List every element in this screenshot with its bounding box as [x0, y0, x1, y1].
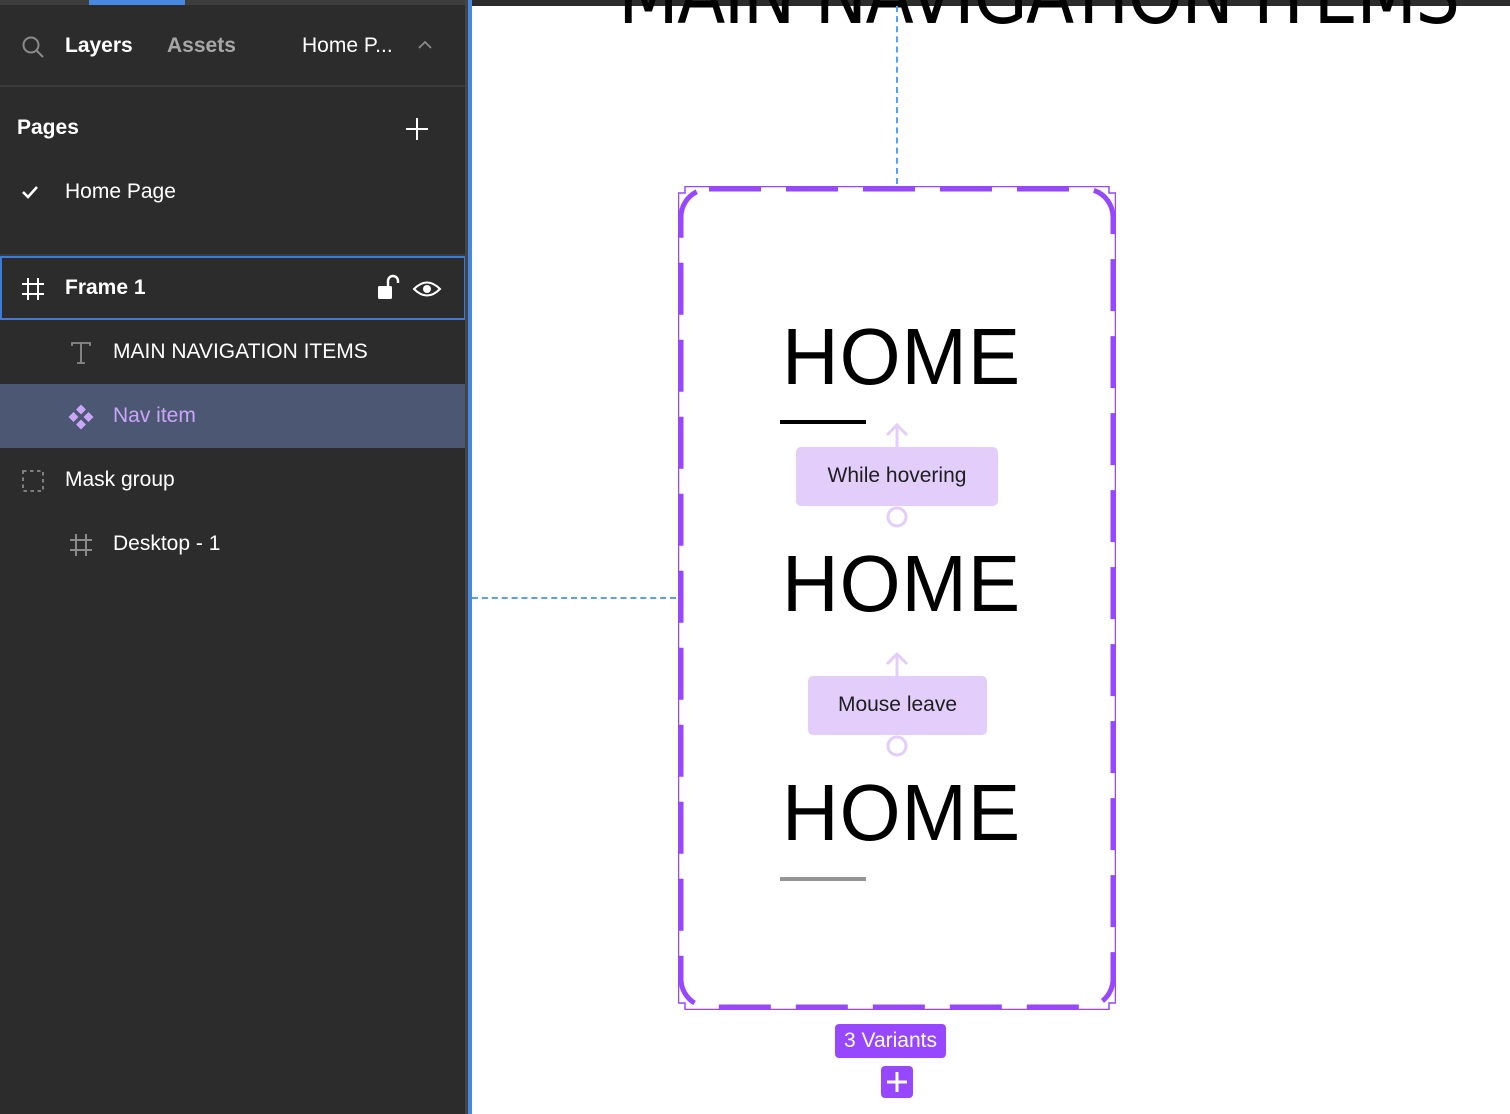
tab-layers[interactable]: Layers: [65, 32, 133, 60]
search-icon[interactable]: [20, 34, 46, 60]
design-canvas[interactable]: MAIN NAVIGATION ITEMS HOME While hoverin…: [468, 0, 1510, 1114]
layer-label: Desktop - 1: [113, 532, 221, 555]
add-variant-button[interactable]: [881, 1066, 913, 1098]
frame-icon: [22, 278, 44, 300]
resize-handle: [678, 1002, 686, 1010]
canvas-title-text[interactable]: MAIN NAVIGATION ITEMS: [618, 0, 1460, 40]
prototype-connection-node[interactable]: [884, 504, 910, 530]
variant-leave-underline: [780, 877, 866, 881]
frame-selection-edge: [468, 0, 472, 1114]
page-item-label: Home Page: [65, 180, 176, 203]
check-icon: [22, 186, 38, 199]
resize-handle: [1108, 186, 1116, 194]
layer-label: Nav item: [113, 404, 196, 427]
layer-label: Frame 1: [65, 276, 146, 299]
layer-row-desktop-1[interactable]: Desktop - 1: [0, 512, 466, 576]
prototype-arrow-icon: [885, 651, 909, 677]
panel-header: Layers Assets Home P...: [0, 5, 466, 87]
layer-row-mask-group[interactable]: Mask group: [0, 448, 466, 512]
resize-handle: [678, 186, 686, 194]
layer-label: MAIN NAVIGATION ITEMS: [113, 340, 368, 363]
add-page-icon[interactable]: [404, 116, 430, 142]
interaction-while-hovering[interactable]: While hovering: [796, 447, 998, 506]
tab-assets[interactable]: Assets: [167, 32, 236, 60]
interaction-mouse-leave[interactable]: Mouse leave: [808, 676, 987, 735]
eye-icon[interactable]: [412, 278, 442, 300]
component-set-icon: [68, 404, 94, 430]
measurement-guide-vertical: [896, 6, 898, 184]
pages-heading: Pages: [17, 116, 79, 139]
resize-handle: [1108, 1002, 1116, 1010]
text-layer-icon: [71, 342, 91, 364]
component-set-nav-item[interactable]: HOME While hovering HOME Mouse leave HOM…: [678, 186, 1116, 1010]
variant-hover-label[interactable]: HOME: [782, 544, 1021, 624]
page-item-home[interactable]: Home Page: [0, 168, 466, 216]
measurement-guide-horizontal: [472, 597, 676, 599]
variant-default-underline: [780, 420, 866, 424]
layer-row-frame-1[interactable]: Frame 1: [0, 256, 466, 320]
variant-leave-label[interactable]: HOME: [782, 773, 1021, 853]
layer-row-nav-item[interactable]: Nav item: [0, 384, 466, 448]
plus-icon: [887, 1072, 907, 1092]
prototype-connection-node[interactable]: [884, 733, 910, 759]
mask-group-icon: [22, 470, 44, 492]
variant-default-label[interactable]: HOME: [782, 317, 1021, 397]
frame-icon: [70, 534, 92, 556]
unlock-icon[interactable]: [376, 274, 400, 302]
variants-count-badge[interactable]: 3 Variants: [835, 1024, 946, 1058]
layer-row-main-navigation-items[interactable]: MAIN NAVIGATION ITEMS: [0, 320, 466, 384]
prototype-arrow-icon: [885, 422, 909, 448]
chevron-up-icon[interactable]: [416, 38, 434, 52]
layers-panel: Layers Assets Home P... Pages Home Page …: [0, 0, 468, 1114]
layer-label: Mask group: [65, 468, 175, 491]
page-selector[interactable]: Home P...: [302, 32, 393, 60]
